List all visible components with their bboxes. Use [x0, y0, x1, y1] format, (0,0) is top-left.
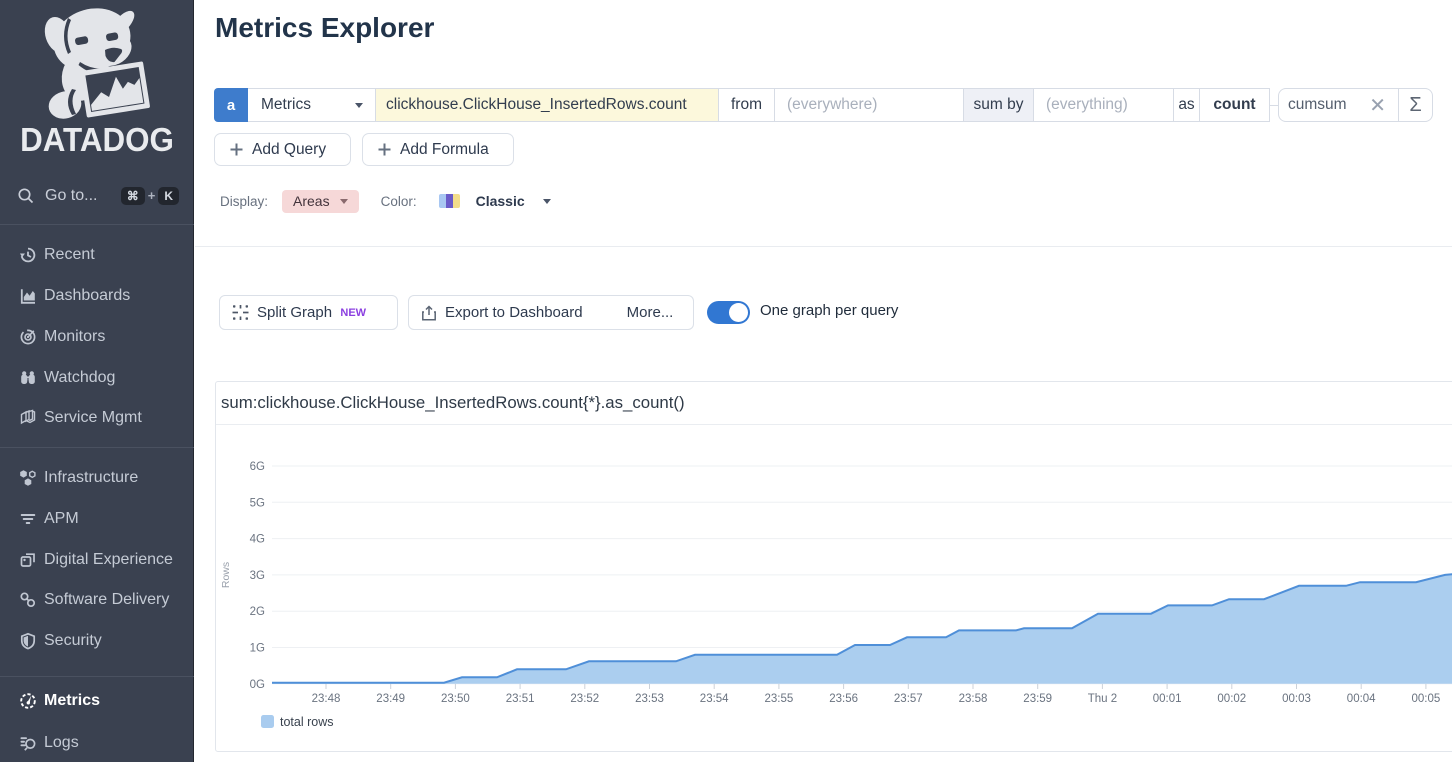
svg-text:1G: 1G [250, 643, 265, 655]
svg-text:Thu 2: Thu 2 [1088, 693, 1117, 705]
svg-text:5G: 5G [250, 497, 265, 509]
svg-text:23:48: 23:48 [312, 693, 341, 705]
svg-text:23:58: 23:58 [959, 693, 988, 705]
svg-text:00:02: 00:02 [1217, 693, 1246, 705]
svg-text:23:49: 23:49 [376, 693, 405, 705]
svg-text:4G: 4G [250, 534, 265, 546]
svg-text:6G: 6G [250, 461, 265, 473]
svg-text:total rows: total rows [280, 715, 334, 729]
svg-text:00:03: 00:03 [1282, 693, 1311, 705]
svg-text:23:56: 23:56 [829, 693, 858, 705]
svg-text:23:50: 23:50 [441, 693, 470, 705]
svg-text:23:55: 23:55 [765, 693, 794, 705]
svg-text:23:57: 23:57 [894, 693, 923, 705]
svg-text:00:04: 00:04 [1347, 693, 1376, 705]
svg-text:23:51: 23:51 [506, 693, 535, 705]
svg-text:23:59: 23:59 [1023, 693, 1052, 705]
svg-text:23:53: 23:53 [635, 693, 664, 705]
svg-text:0G: 0G [250, 679, 265, 691]
svg-text:3G: 3G [250, 570, 265, 582]
svg-text:23:52: 23:52 [570, 693, 599, 705]
svg-text:2G: 2G [250, 606, 265, 618]
svg-text:Rows: Rows [220, 562, 232, 588]
svg-text:23:54: 23:54 [700, 693, 729, 705]
svg-text:00:05: 00:05 [1412, 693, 1441, 705]
svg-text:00:01: 00:01 [1153, 693, 1182, 705]
